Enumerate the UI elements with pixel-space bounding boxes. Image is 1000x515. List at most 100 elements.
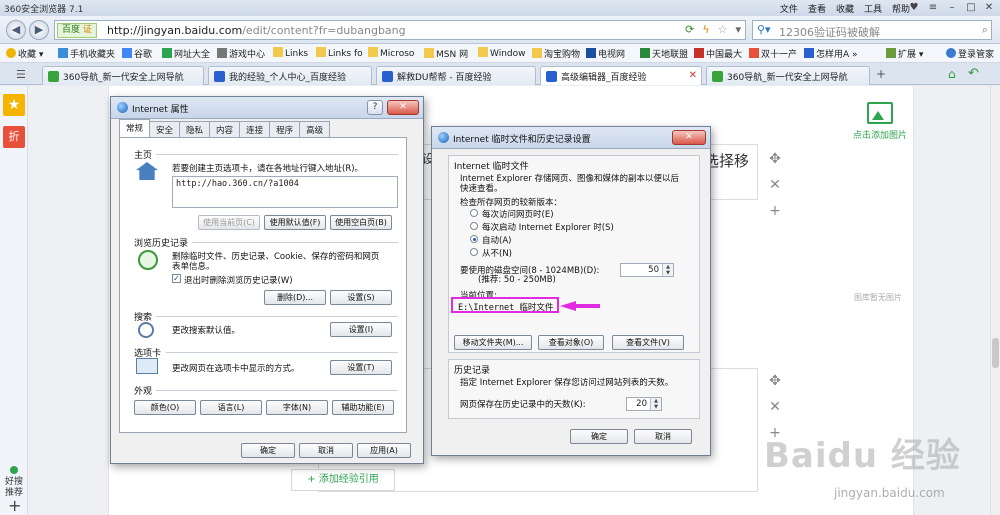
help-button[interactable]: ? — [367, 100, 383, 115]
ok-button[interactable]: 确定 — [241, 443, 295, 458]
history-settings-button[interactable]: 设置(S) — [330, 290, 392, 305]
bookmark-links[interactable]: Links — [273, 47, 308, 59]
disk-space-value[interactable]: 50 — [648, 265, 659, 275]
browser-tab[interactable]: 我的经验_个人中心_百度经验 — [208, 66, 372, 85]
close-step-icon[interactable]: ✕ — [768, 172, 782, 198]
languages-button[interactable]: 语言(L) — [200, 400, 262, 415]
extensions-button[interactable]: 扩展 ▾ — [886, 47, 923, 60]
history-days-value[interactable]: 20 — [636, 399, 647, 409]
add-step-icon[interactable]: + — [768, 198, 782, 224]
dropdown-icon[interactable]: ▾ — [735, 23, 741, 36]
use-default-button[interactable]: 使用默认值(F) — [264, 215, 326, 230]
radio-never[interactable] — [470, 248, 478, 256]
skin-icon[interactable]: ♥ — [905, 1, 923, 14]
bookmark-china[interactable]: 中国最大 — [694, 47, 742, 60]
move-folder-button[interactable]: 移动文件夹(M)... — [454, 335, 532, 350]
use-blank-button[interactable]: 使用空白页(B) — [330, 215, 392, 230]
back-icon[interactable]: ◀ — [6, 20, 26, 40]
new-tab-icon[interactable]: + — [876, 67, 886, 81]
tab-privacy[interactable]: 隐私 — [179, 121, 211, 137]
radio-automatic[interactable] — [470, 235, 478, 243]
forward-icon[interactable]: ▶ — [29, 20, 49, 40]
view-objects-button[interactable]: 查看对象(O) — [538, 335, 604, 350]
bookmark-tv[interactable]: 电视网 — [586, 47, 625, 60]
tab-general[interactable]: 常规 — [119, 119, 151, 137]
close-tab-icon[interactable]: ✕ — [689, 70, 697, 81]
bookmark-mobile[interactable]: 手机收藏夹 — [58, 47, 115, 60]
tab-connections[interactable]: 连接 — [239, 121, 271, 137]
radio-every-visit[interactable] — [470, 209, 478, 217]
delete-history-button[interactable]: 删除(D)... — [264, 290, 326, 305]
tab-security[interactable]: 安全 — [149, 121, 181, 137]
cancel-button[interactable]: 取消 — [299, 443, 353, 458]
undo-icon[interactable]: ↶ — [968, 66, 979, 81]
search-box[interactable]: ⚲▾ 12306验证码被破解 ⌕ — [752, 20, 992, 40]
menu-tools[interactable]: 工具 — [864, 2, 882, 15]
refresh-icon[interactable]: ⟳ — [685, 23, 694, 36]
favorite-star-icon[interactable]: ★ — [3, 94, 25, 116]
move-icon[interactable]: ✥ — [768, 146, 782, 172]
address-url[interactable]: http://jingyan.baidu.com/edit/content?fr… — [107, 24, 406, 37]
menu-file[interactable]: 文件 — [780, 2, 798, 15]
bookmark-microsoft[interactable]: Microso — [368, 47, 414, 59]
browser-tab-active[interactable]: 高级编辑器_百度经验 ✕ — [540, 66, 702, 85]
star-icon[interactable]: ☆ — [718, 23, 728, 36]
close-button[interactable]: ✕ — [387, 100, 419, 115]
tabs-settings-button[interactable]: 设置(T) — [330, 360, 392, 375]
radio-every-start[interactable] — [470, 222, 478, 230]
add-reference-button[interactable]: + 添加经验引用 — [291, 469, 395, 491]
bolt-icon[interactable]: ϟ — [702, 23, 709, 36]
bookmark-tiandi[interactable]: 天地联盟 — [640, 47, 688, 60]
accessibility-button[interactable]: 辅助功能(E) — [332, 400, 394, 415]
view-files-button[interactable]: 查看文件(V) — [612, 335, 684, 350]
tab-advanced[interactable]: 高级 — [299, 121, 331, 137]
store-icon[interactable]: ⌂ — [948, 67, 956, 81]
bookmark-double11[interactable]: 双十一产 — [749, 47, 797, 60]
fonts-button[interactable]: 字体(N) — [266, 400, 328, 415]
discount-icon[interactable]: 折 — [3, 126, 25, 148]
tab-programs[interactable]: 程序 — [269, 121, 301, 137]
menu-icon[interactable]: ≡ — [924, 1, 942, 14]
search-settings-button[interactable]: 设置(I) — [330, 322, 392, 337]
search-icon[interactable]: ⚲▾ — [757, 23, 771, 36]
menu-view[interactable]: 查看 — [808, 2, 826, 15]
browser-tab[interactable]: 360导航_新一代安全上网导航 — [706, 66, 870, 85]
cancel-button[interactable]: 取消 — [634, 429, 692, 444]
delete-on-exit-checkbox[interactable]: ✓ — [172, 274, 181, 283]
scrollbar-thumb[interactable] — [992, 338, 999, 368]
history-days-spinner[interactable]: 20 ▲ ▼ — [626, 397, 662, 411]
disk-space-spinner[interactable]: 50 ▲ ▼ — [620, 263, 674, 277]
add-sidebar-icon[interactable]: + — [8, 496, 21, 515]
bookmark-google[interactable]: 谷歌 — [122, 47, 152, 60]
bookmark-windows[interactable]: Window — [478, 47, 526, 59]
bookmark-favorites[interactable]: 收藏 ▾ — [6, 47, 43, 60]
good-search-recommend[interactable]: 好搜推荐 — [4, 466, 24, 499]
bookmark-portal[interactable]: 网址大全 — [162, 47, 210, 60]
ok-button[interactable]: 确定 — [570, 429, 628, 444]
colors-button[interactable]: 颜色(O) — [134, 400, 196, 415]
bookmark-taobao[interactable]: 淘宝购物 — [532, 47, 580, 60]
move-icon[interactable]: ✥ — [768, 368, 782, 394]
tab-list-icon[interactable]: ☰ — [16, 68, 26, 81]
browser-tab[interactable]: 360导航_新一代安全上网导航 — [42, 66, 204, 85]
search-input[interactable]: 12306验证码被破解 — [779, 24, 880, 40]
address-bar[interactable]: 百度 证 http://jingyan.baidu.com/edit/conte… — [54, 20, 746, 40]
close-window-icon[interactable]: ✕ — [980, 1, 998, 14]
login-manager-button[interactable]: 登录管家 — [946, 47, 994, 60]
spinner-arrows-icon[interactable]: ▲ ▼ — [650, 398, 661, 410]
site-badge[interactable]: 百度 证 — [57, 23, 97, 38]
page-scrollbar[interactable] — [990, 86, 1000, 515]
close-step-icon[interactable]: ✕ — [768, 394, 782, 420]
bookmark-links-for[interactable]: Links fo — [316, 47, 363, 59]
apply-button[interactable]: 应用(A) — [357, 443, 411, 458]
menu-favorites[interactable]: 收藏 — [836, 2, 854, 15]
browser-tab[interactable]: 解救DU帮帮 - 百度经验 — [376, 66, 536, 85]
bookmark-howto[interactable]: 怎样用A » — [804, 47, 858, 60]
add-image-button[interactable]: 点击添加图片 — [846, 102, 914, 141]
close-button[interactable]: ✕ — [672, 130, 706, 145]
use-current-button[interactable]: 使用当前页(C) — [198, 215, 260, 230]
home-url-textarea[interactable]: http://hao.360.cn/?a1004 — [172, 176, 398, 208]
search-go-icon[interactable]: ⌕ — [982, 23, 988, 37]
bookmark-games[interactable]: 游戏中心 — [217, 47, 265, 60]
maximize-icon[interactable]: □ — [962, 1, 980, 14]
